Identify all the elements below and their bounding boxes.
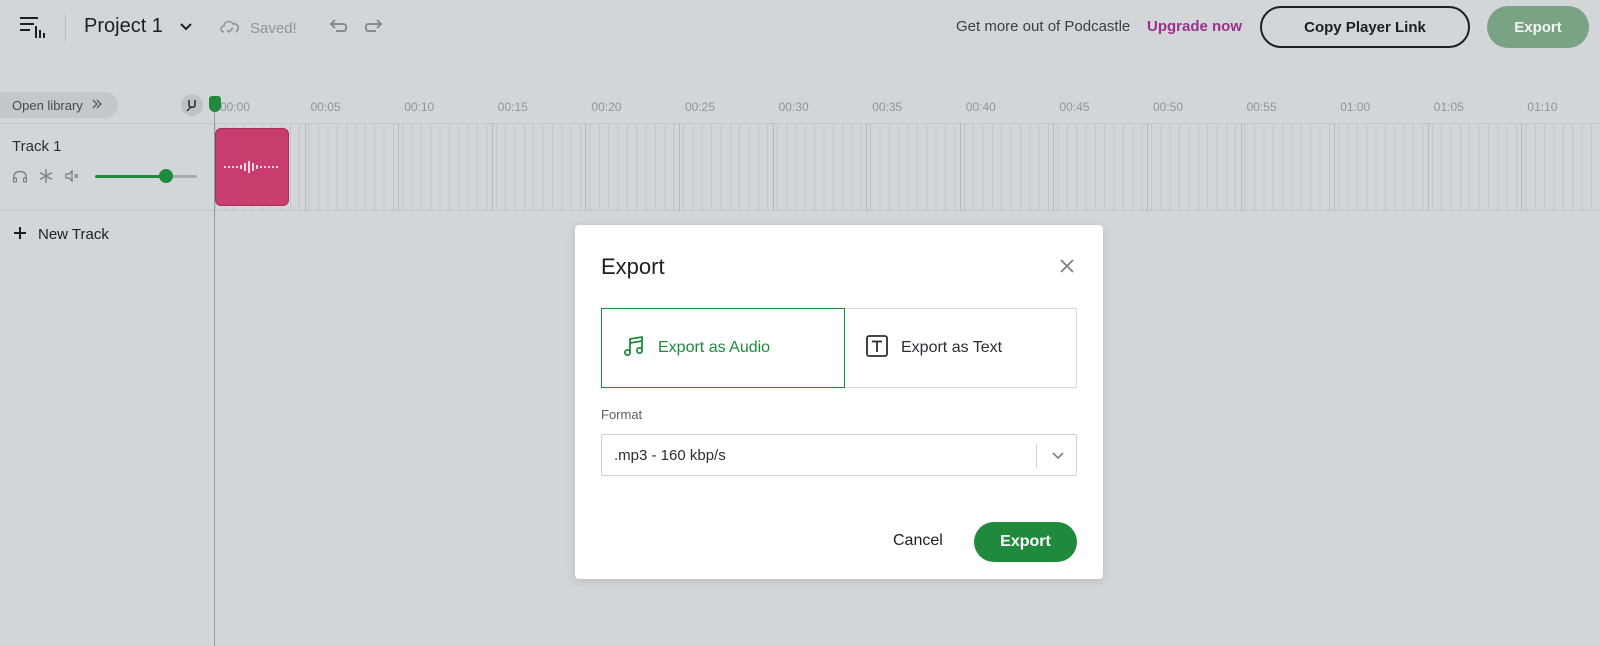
track-header: Track 1 — [0, 123, 215, 211]
timeline-gridline — [1427, 123, 1429, 211]
timeline-gridline — [679, 123, 680, 211]
timeline-gridline — [398, 123, 400, 211]
cancel-button[interactable]: Cancel — [893, 532, 943, 550]
export-button[interactable]: Export — [1487, 6, 1589, 48]
playhead-handle[interactable] — [209, 96, 221, 112]
top-bar: Project 1 Saved! Get more out of Podcast… — [0, 0, 1600, 56]
snap-magnet-icon[interactable] — [181, 94, 203, 116]
tab-export-audio[interactable]: Export as Audio — [601, 308, 845, 388]
ruler-tick-label: 00:05 — [310, 100, 341, 114]
timeline-gridline — [959, 123, 961, 211]
timeline-gridline — [1240, 123, 1242, 211]
export-type-tabs: Export as Audio Export as Text — [601, 308, 1077, 388]
double-chevron-right-icon — [91, 98, 103, 113]
select-separator — [1036, 444, 1037, 468]
format-label: Format — [601, 407, 643, 422]
upgrade-link[interactable]: Upgrade now — [1147, 18, 1242, 35]
project-title[interactable]: Project 1 — [84, 15, 163, 38]
copy-player-link-button[interactable]: Copy Player Link — [1260, 6, 1470, 48]
open-library-button[interactable]: Open library — [0, 92, 118, 118]
timeline-gridline — [585, 123, 587, 211]
timeline-gridline — [866, 123, 868, 211]
text-t-icon — [865, 334, 889, 363]
chevron-down-icon[interactable] — [176, 17, 196, 37]
ruler-tick-label: 01:05 — [1433, 100, 1464, 114]
new-track-button[interactable]: New Track — [14, 226, 109, 243]
playhead-line — [214, 102, 215, 646]
format-select[interactable]: .mp3 - 160 kbp/s — [601, 434, 1077, 476]
timeline-gridline — [1053, 123, 1055, 211]
saved-status: Saved! — [218, 16, 297, 40]
volume-slider[interactable] — [95, 169, 197, 183]
ruler-tick-label: 00:40 — [965, 100, 996, 114]
ruler-tick-label: 00:50 — [1153, 100, 1184, 114]
timeline-gridline — [1147, 123, 1148, 211]
menu-icon[interactable] — [18, 14, 48, 42]
volume-fill — [95, 175, 167, 178]
ruler-tick-label: 00:30 — [778, 100, 809, 114]
track-controls — [12, 168, 80, 184]
mute-icon[interactable] — [64, 168, 80, 184]
ruler-tick-label: 00:25 — [685, 100, 716, 114]
promo-text: Get more out of Podcastle — [956, 18, 1131, 35]
tab-export-audio-label: Export as Audio — [658, 339, 771, 356]
volume-thumb[interactable] — [159, 169, 174, 183]
timeline-gridline — [1521, 123, 1523, 211]
waveform-icon — [224, 161, 278, 173]
dialog-export-button[interactable]: Export — [974, 522, 1077, 562]
chevron-down-icon[interactable] — [1049, 446, 1067, 464]
snowflake-icon[interactable] — [38, 168, 54, 184]
music-note-icon — [622, 334, 646, 363]
toolbar-divider — [65, 14, 66, 42]
export-dialog: Export Export as Audio Export as Text Fo… — [575, 225, 1103, 579]
headphones-icon[interactable] — [12, 168, 28, 184]
ruler-tick-label: 00:00 — [220, 100, 251, 114]
close-icon[interactable] — [1057, 256, 1077, 276]
timeline-gridline — [772, 123, 774, 211]
format-select-value: .mp3 - 160 kbp/s — [614, 446, 726, 464]
ruler-tick-label: 00:20 — [591, 100, 622, 114]
audio-clip[interactable] — [215, 128, 289, 206]
undo-icon[interactable] — [326, 16, 350, 38]
ruler-tick-label: 01:00 — [1340, 100, 1371, 114]
tab-export-text-label: Export as Text — [901, 339, 1003, 356]
timeline-gridline — [491, 123, 493, 211]
ruler-tick-label: 00:45 — [1059, 100, 1090, 114]
redo-icon[interactable] — [362, 16, 386, 38]
timeline-gridline — [1334, 123, 1336, 211]
plus-icon — [14, 226, 26, 243]
ruler-tick-label: 00:10 — [404, 100, 435, 114]
track-lane[interactable] — [215, 123, 1600, 211]
saved-label: Saved! — [250, 19, 297, 37]
timeline-gridline — [304, 123, 306, 211]
ruler-tick-label: 01:10 — [1527, 100, 1558, 114]
ruler-tick-label: 00:15 — [497, 100, 528, 114]
timeline-ruler[interactable]: 00:00 00:05 00:10 00:15 00:20 00:25 00:30 00:35… — [215, 92, 1600, 122]
ruler-tick-label: 00:55 — [1246, 100, 1277, 114]
track-name[interactable]: Track 1 — [12, 138, 61, 155]
open-library-label: Open library — [12, 97, 83, 113]
ruler-tick-label: 00:35 — [872, 100, 903, 114]
tab-export-text[interactable]: Export as Text — [845, 308, 1077, 388]
new-track-label: New Track — [38, 226, 109, 243]
dialog-title: Export — [601, 254, 665, 279]
cloud-saved-icon — [218, 16, 242, 40]
